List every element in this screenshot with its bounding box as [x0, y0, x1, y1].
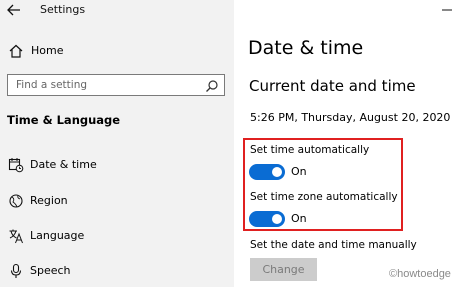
sidebar: Settings Home Find a setting Time & Lang… [0, 0, 234, 287]
set-timezone-auto-label: Set time zone automatically [250, 191, 398, 203]
sidebar-item-date-time[interactable]: Date & time [6, 156, 226, 174]
sidebar-item-language[interactable]: Language [6, 227, 226, 245]
watermark: ©howtoedge [389, 268, 451, 280]
search-input[interactable]: Find a setting [7, 74, 225, 96]
current-datetime: 5:26 PM, Thursday, August 20, 2020 [250, 111, 451, 124]
sidebar-item-label: Date & time [30, 158, 97, 171]
sidebar-item-region[interactable]: Region [6, 192, 226, 210]
set-time-auto-state: On [291, 165, 307, 178]
toggle-knob [272, 167, 282, 177]
home-icon [8, 43, 24, 59]
sidebar-item-label: Region [30, 194, 68, 207]
set-time-auto-label: Set time automatically [250, 144, 370, 156]
sidebar-item-speech[interactable]: Speech [6, 262, 226, 280]
sidebar-item-label: Language [30, 229, 85, 242]
sidebar-item-label: Home [31, 44, 64, 57]
window-title: Settings [40, 3, 86, 16]
sidebar-item-label: Speech [30, 264, 71, 277]
set-timezone-auto-state: On [291, 212, 307, 225]
set-time-auto-toggle[interactable] [249, 164, 285, 180]
change-button[interactable]: Change [250, 258, 317, 281]
minimize-icon[interactable] [440, 2, 454, 16]
main-content: Date & time Current date and time 5:26 P… [234, 0, 474, 287]
back-arrow-icon[interactable] [5, 2, 23, 18]
set-timezone-auto-toggle[interactable] [249, 211, 285, 227]
toggle-knob [272, 214, 282, 224]
sidebar-item-home[interactable]: Home [6, 42, 226, 60]
search-placeholder: Find a setting [16, 79, 88, 91]
search-icon[interactable] [205, 78, 219, 92]
manual-date-time-label: Set the date and time manually [250, 239, 417, 251]
language-icon [8, 228, 24, 244]
microphone-icon [8, 263, 24, 279]
section-title: Current date and time [249, 77, 416, 95]
date-time-icon [8, 157, 24, 173]
section-title: Time & Language [7, 113, 121, 127]
page-title: Date & time [248, 37, 364, 59]
globe-icon [8, 193, 24, 209]
